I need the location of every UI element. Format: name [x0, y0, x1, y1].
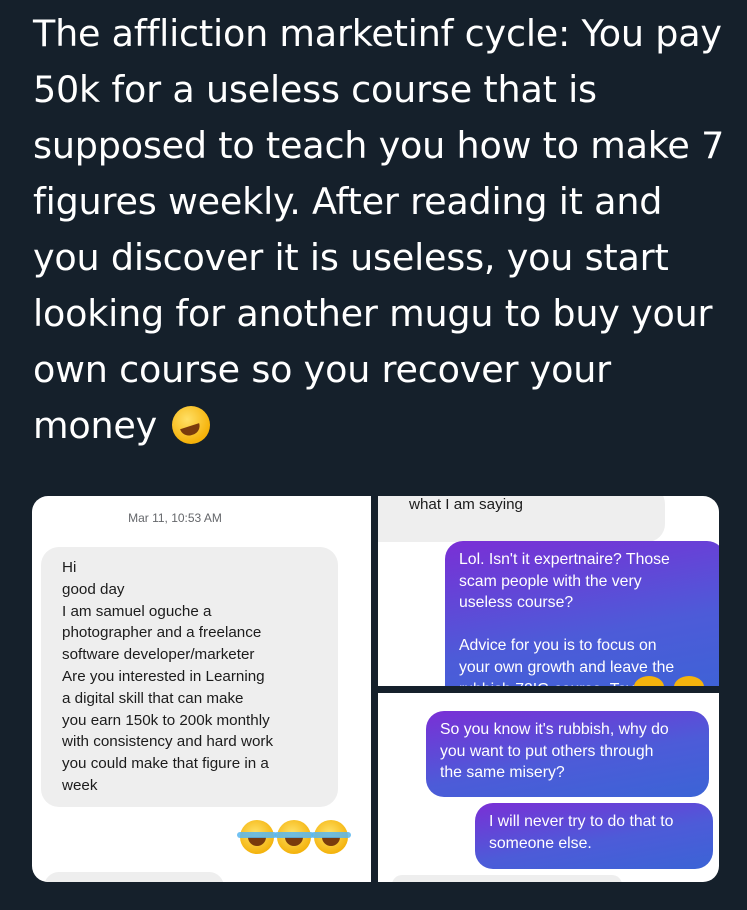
message-timestamp: Mar 11, 10:53 AM [128, 511, 222, 525]
incoming-message-bubble: what I am saying [378, 496, 665, 542]
tears-of-joy-emoji-icon [237, 820, 277, 854]
tweet-text: The affliction marketinf cycle: You pay … [33, 6, 733, 454]
partial-incoming-bubble [44, 872, 224, 882]
tears-of-joy-emoji-icon [311, 820, 351, 854]
screenshot-bottom-right[interactable]: So you know it's rubbish, why do you wan… [378, 693, 719, 882]
screenshot-left[interactable]: Mar 11, 10:53 AM Hi good day I am samuel… [32, 496, 371, 882]
outgoing-message-bubble: Lol. Isn't it expertnaire? Those scam pe… [445, 541, 719, 686]
incoming-message-bubble: Hi good day I am samuel oguche a photogr… [41, 547, 338, 807]
partial-incoming-bubble [392, 875, 622, 882]
incoming-message-text: what I am saying [409, 496, 523, 513]
outgoing-message-bubble: I will never try to do that to someone e… [475, 803, 713, 869]
tweet-media-grid[interactable]: Mar 11, 10:53 AM Hi good day I am samuel… [32, 496, 719, 882]
screenshot-top-right[interactable]: what I am saying Lol. Isn't it expertnai… [378, 496, 719, 686]
tears-of-joy-emoji-icon [274, 820, 314, 854]
outgoing-message-bubble: So you know it's rubbish, why do you wan… [426, 711, 709, 797]
reaction-emoji-row [237, 820, 351, 854]
rofl-emoji-icon [172, 406, 211, 444]
tweet-body: The affliction marketinf cycle: You pay … [33, 12, 725, 447]
